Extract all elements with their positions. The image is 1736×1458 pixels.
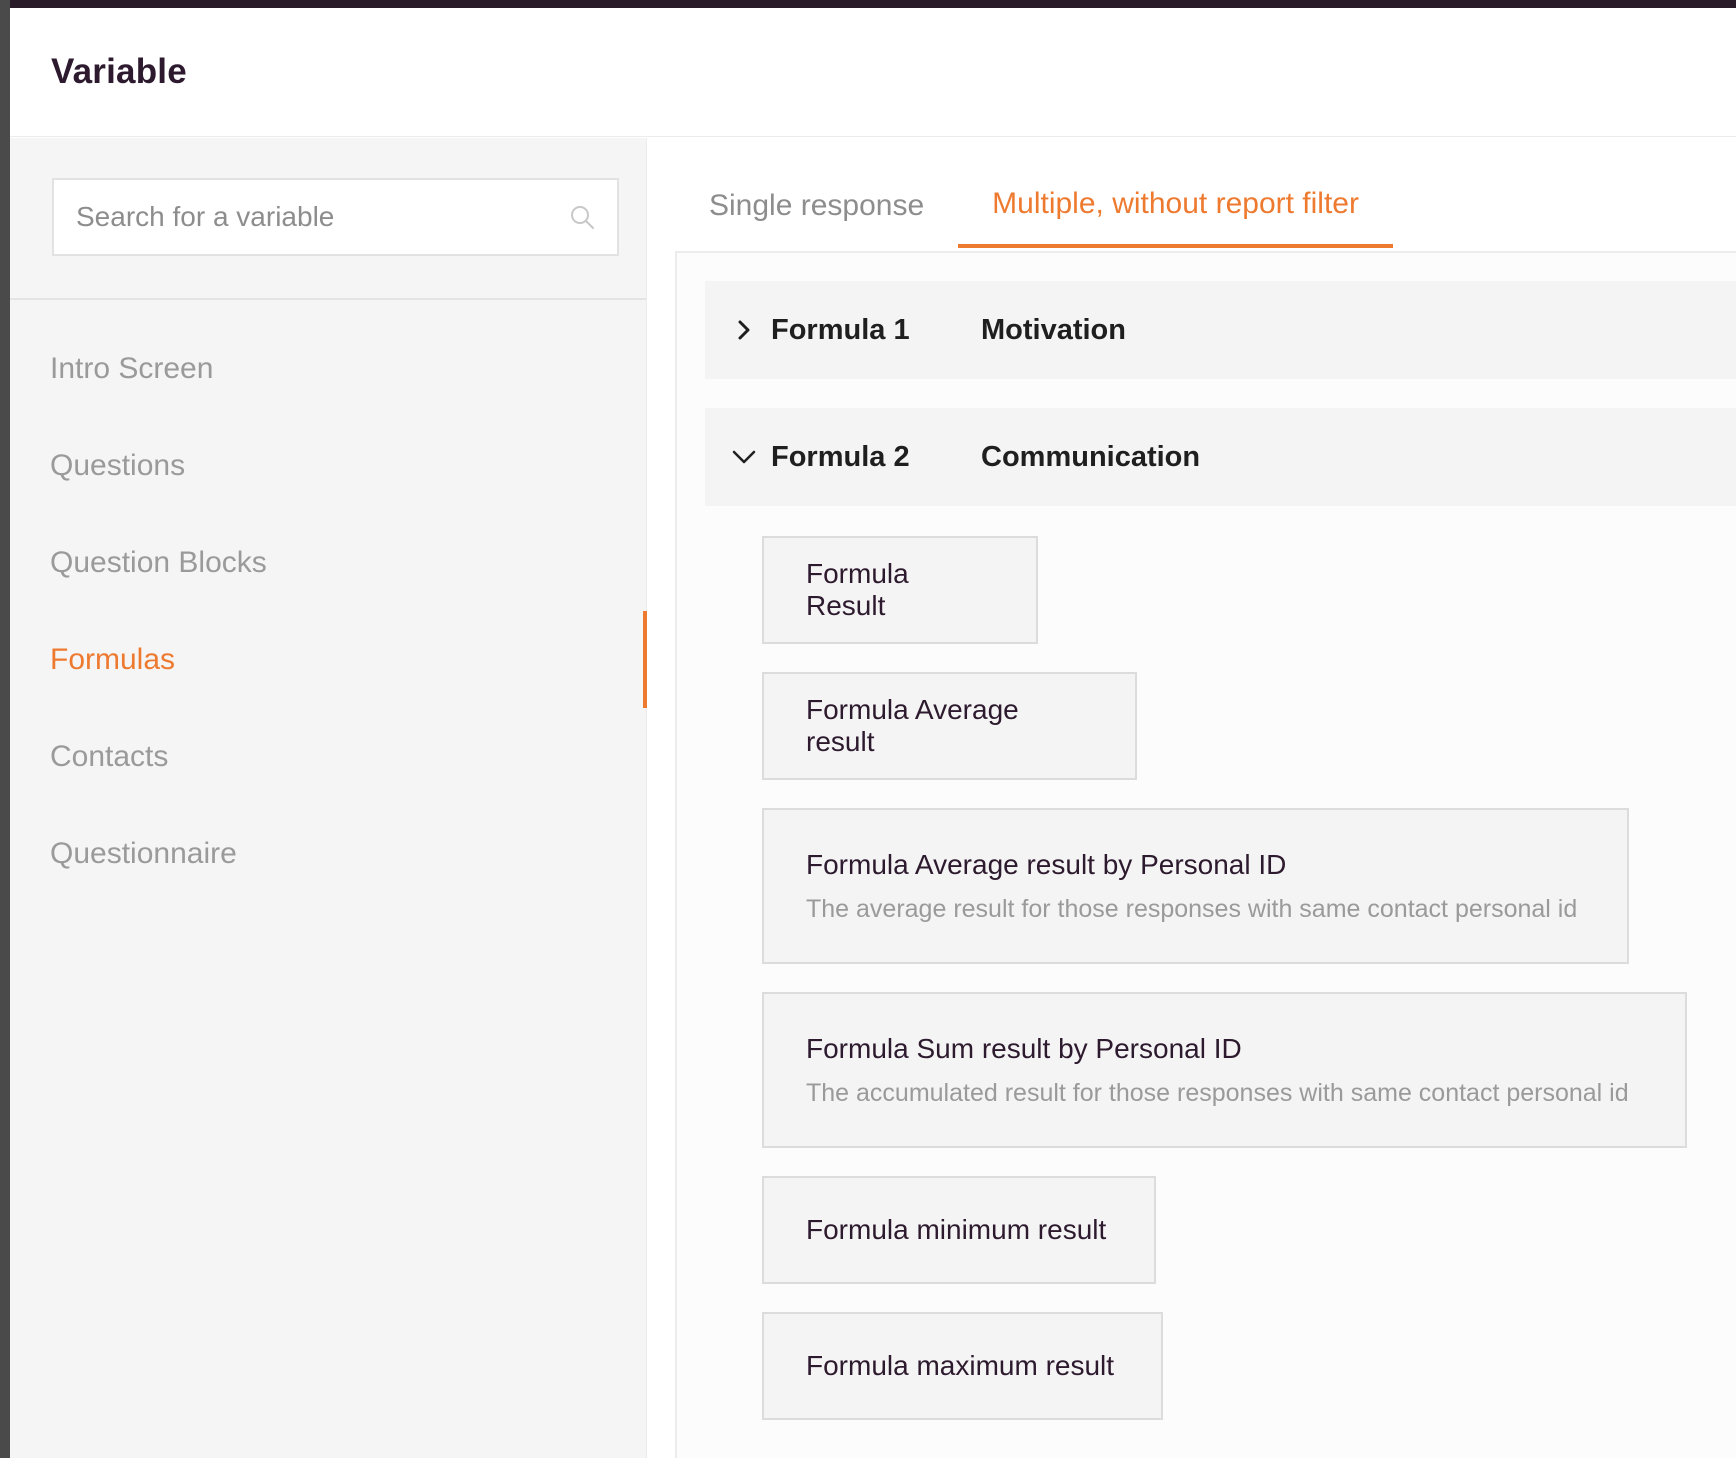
tab-single-response[interactable]: Single response [675, 164, 958, 248]
sidebar: Intro Screen Questions Question Blocks F… [10, 138, 647, 1458]
sidebar-item-questions[interactable]: Questions [10, 417, 646, 514]
formula-name: Formula 1 [771, 313, 910, 346]
variable-title: Formula Average result by Personal ID [806, 848, 1287, 880]
formula-description: Motivation [981, 313, 1126, 346]
variable-title: Formula Sum result by Personal ID [806, 1032, 1242, 1064]
variable-title: Formula minimum result [806, 1214, 1107, 1245]
modal-header: Variable [10, 8, 1736, 137]
variable-formula-average-result[interactable]: Formula Average result [762, 672, 1137, 780]
sidebar-item-intro-screen[interactable]: Intro Screen [10, 320, 646, 417]
variable-title: Formula Average result [806, 694, 1019, 757]
sidebar-item-question-blocks[interactable]: Question Blocks [10, 514, 646, 611]
sidebar-item-formulas[interactable]: Formulas [10, 611, 647, 708]
modal-body: Intro Screen Questions Question Blocks F… [10, 138, 1736, 1458]
variable-title: Formula Result [806, 558, 909, 621]
chevron-down-icon[interactable] [729, 442, 759, 472]
formula-description: Communication [981, 440, 1201, 473]
modal-title: Variable [51, 52, 187, 91]
variable-title: Formula maximum result [806, 1350, 1115, 1381]
variable-list: Formula Result Formula Average result Fo… [762, 536, 1687, 1448]
variable-formula-sum-result-by-personal-id[interactable]: Formula Sum result by Personal ID The ac… [762, 992, 1687, 1148]
variable-formula-minimum-result[interactable]: Formula minimum result [762, 1176, 1156, 1284]
variable-description: The accumulated result for those respons… [806, 1078, 1629, 1107]
main-content: Single response Multiple, without report… [647, 138, 1736, 1458]
search-box[interactable] [52, 178, 619, 256]
formula-accordion-2[interactable]: Formula 2 Communication [705, 408, 1736, 506]
tab-panel: Formula 1 Motivation Formula 2 Communica… [675, 251, 1736, 1458]
chevron-right-icon[interactable] [729, 315, 759, 345]
formula-name: Formula 2 [771, 440, 910, 473]
tab-bar: Single response Multiple, without report… [675, 164, 1393, 251]
search-input[interactable] [76, 201, 567, 233]
top-bar [0, 0, 1736, 8]
variable-formula-average-result-by-personal-id[interactable]: Formula Average result by Personal ID Th… [762, 808, 1629, 964]
backdrop [0, 0, 10, 1458]
search-icon[interactable] [567, 202, 597, 232]
variable-modal: Variable Intro Screen Questions Question… [10, 8, 1736, 1458]
sidebar-item-contacts[interactable]: Contacts [10, 708, 646, 805]
sidebar-item-questionnaire[interactable]: Questionnaire [10, 805, 646, 902]
variable-formula-maximum-result[interactable]: Formula maximum result [762, 1312, 1163, 1420]
sidebar-nav: Intro Screen Questions Question Blocks F… [10, 300, 647, 902]
tab-multiple-without-report-filter[interactable]: Multiple, without report filter [958, 164, 1393, 248]
search-section [10, 138, 646, 300]
variable-description: The average result for those responses w… [806, 894, 1578, 923]
formula-accordion-1[interactable]: Formula 1 Motivation [705, 281, 1736, 379]
variable-formula-result[interactable]: Formula Result [762, 536, 1038, 644]
